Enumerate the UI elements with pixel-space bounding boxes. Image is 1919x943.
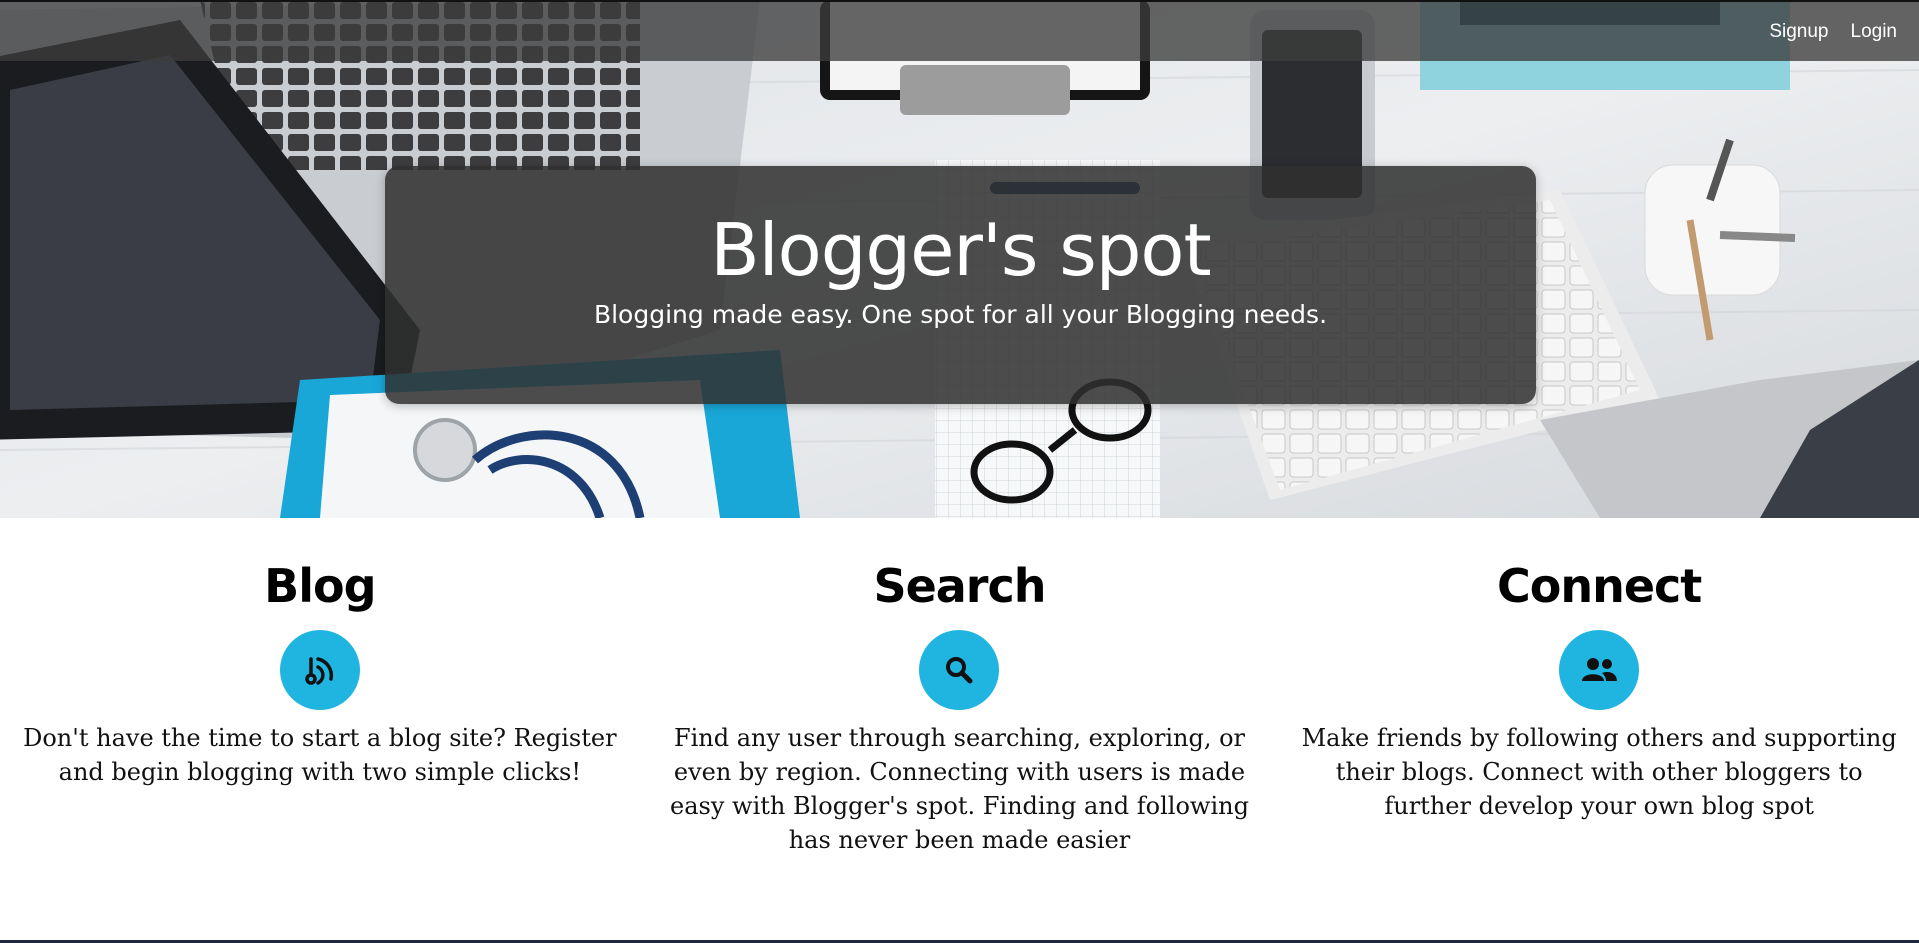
feature-title: Search [873,559,1046,613]
feature-description: Make friends by following others and sup… [1301,724,1897,820]
users-glyph [1582,658,1618,681]
search-icon[interactable] [919,630,1000,710]
feature-title: Blog [264,559,376,613]
feature-title: Connect [1496,559,1702,613]
login-link[interactable]: Login [1851,21,1898,43]
feature-blog: Blog Don't have the time to start a blog… [0,518,640,938]
site-tagline: Blogging made easy. One spot for all you… [593,300,1328,329]
feature-connect: Connect Make friends by following others… [1279,518,1919,938]
navbar: Signup Login [0,0,1919,61]
magnifier-glyph [946,657,973,684]
blog-icon[interactable] [279,630,360,710]
features-section: Blog Don't have the time to start a blog… [0,518,1919,938]
hero-jumbotron: Blogger's spot Blogging made easy. One s… [385,166,1536,404]
signup-link[interactable]: Signup [1769,21,1828,43]
rss-glyph [305,657,333,685]
site-title: Blogger's spot [710,208,1211,292]
feature-description: Find any user through searching, explori… [670,724,1249,854]
landing-page: Signup Login Blogger's spot Blogging mad… [0,0,1919,943]
feature-description: Don't have the time to start a blog site… [23,724,617,786]
feature-search: Search Find any user through searching, … [640,518,1280,938]
nav-links: Signup Login [1769,2,1897,61]
hero-section: Signup Login Blogger's spot Blogging mad… [0,0,1919,518]
users-icon[interactable] [1559,630,1640,710]
